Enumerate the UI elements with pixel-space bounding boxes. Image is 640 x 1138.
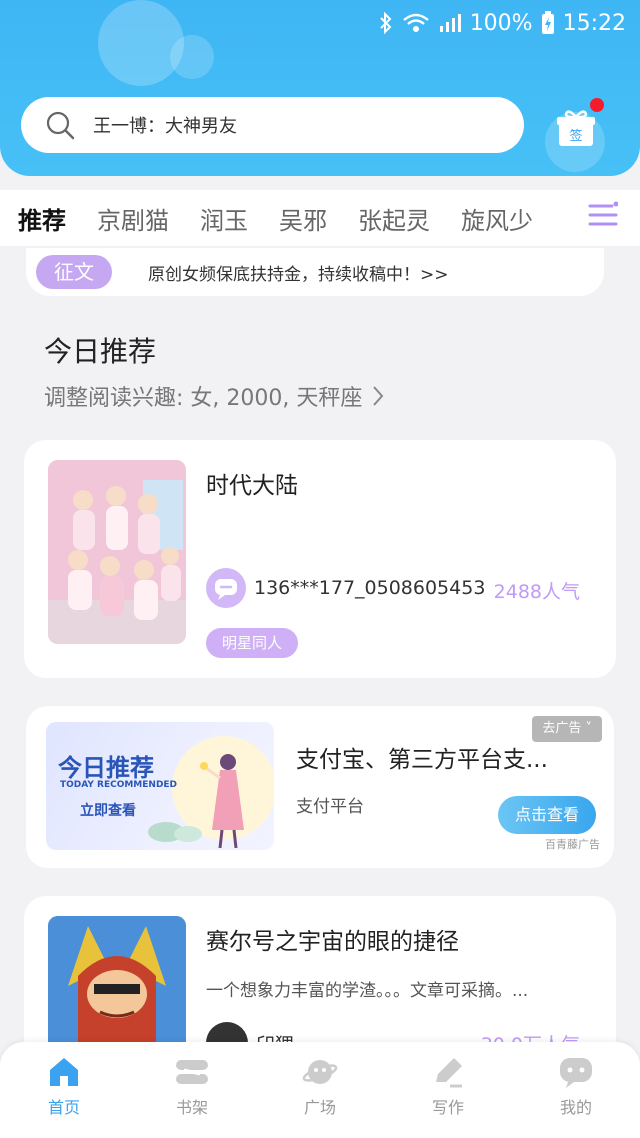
clock: 15:22 <box>562 10 626 36</box>
nav-write[interactable]: 写作 <box>384 1042 512 1138</box>
reading-interest-link[interactable]: 调整阅读兴趣: 女, 2000, 天秤座 <box>44 380 384 412</box>
decor-bubble <box>170 35 214 79</box>
status-bar: 100% 15:22 <box>378 6 626 40</box>
contest-text: 原创女频保底扶持金，持续收稿中！>> <box>148 264 449 285</box>
book-title: 时代大陆 <box>206 473 298 499</box>
nav-home-label: 首页 <box>47 1098 80 1117</box>
remove-ad-button[interactable]: 去广告 ˅ <box>532 716 602 742</box>
tab-runyu[interactable]: 润玉 <box>200 201 248 236</box>
svg-text:签: 签 <box>569 128 582 144</box>
book-author: 136***177_0508605453 <box>254 577 486 599</box>
book-tag[interactable]: 明星同人 <box>206 628 299 658</box>
book-popularity: 2488人气 <box>493 581 580 603</box>
bluetooth-icon <box>379 12 392 34</box>
ad-card[interactable]: 今日推荐 TODAY RECOMMENDED 立即查看 支付宝、第三方平台支..… <box>26 706 614 868</box>
avatar <box>206 568 246 608</box>
chat-bubble-icon <box>215 579 237 600</box>
decor-bubble <box>98 0 184 86</box>
reading-interest-text: 调整阅读兴趣: 女, 2000, 天秤座 <box>44 386 363 411</box>
notification-dot <box>590 98 604 112</box>
section-title: 今日推荐 <box>44 335 157 368</box>
ad-image-subtitle: TODAY RECOMMENDED <box>60 780 178 790</box>
ad-image-title: 今日推荐 <box>58 754 154 782</box>
profile-icon <box>560 1058 592 1088</box>
search-icon <box>46 111 75 140</box>
tab-wuxie[interactable]: 吴邪 <box>279 201 327 236</box>
book-card[interactable]: 时代大陆 136***177_0508605453 2488人气 明星同人 <box>24 440 616 678</box>
nav-write-label: 写作 <box>431 1098 464 1117</box>
nav-profile-label: 我的 <box>559 1098 592 1117</box>
nav-profile[interactable]: 我的 <box>512 1042 640 1138</box>
search-bar[interactable]: 王一博：大神男友 <box>21 97 524 153</box>
tab-jingjumao[interactable]: 京剧猫 <box>97 201 169 236</box>
top-header: 100% 15:22 王一博：大神男友 签 <box>0 0 640 176</box>
search-placeholder: 王一博：大神男友 <box>93 116 237 137</box>
book-cover <box>48 460 186 644</box>
bookshelf-icon <box>176 1060 208 1084</box>
tab-recommend[interactable]: 推荐 <box>18 201 66 236</box>
contest-banner[interactable]: 征文 原创女频保底扶持金，持续收稿中！>> <box>26 248 604 296</box>
planet-icon <box>302 1060 338 1084</box>
pen-icon <box>436 1058 462 1088</box>
ad-image: 今日推荐 TODAY RECOMMENDED 立即查看 <box>46 722 274 850</box>
tab-xuanfeng[interactable]: 旋风少 <box>461 201 533 236</box>
bottom-nav: 首页 书架 广场 写作 我的 <box>0 1042 640 1138</box>
wifi-icon <box>402 13 429 32</box>
signal-icon <box>439 14 461 32</box>
nav-bookshelf-label: 书架 <box>175 1098 208 1117</box>
nav-plaza[interactable]: 广场 <box>256 1042 384 1138</box>
menu-icon[interactable] <box>588 200 618 230</box>
sign-in-gift-button[interactable]: 签 <box>556 98 604 148</box>
chevron-right-icon <box>373 386 384 406</box>
battery-percent: 100% <box>469 10 533 36</box>
ad-image-cta: 立即查看 <box>80 803 136 819</box>
ad-title: 支付宝、第三方平台支... <box>296 747 548 773</box>
home-icon <box>50 1058 78 1086</box>
nav-bookshelf[interactable]: 书架 <box>128 1042 256 1138</box>
book-title: 赛尔号之宇宙的眼的捷径 <box>206 929 459 955</box>
gift-icon: 签 <box>557 110 595 146</box>
ad-view-button[interactable]: 点击查看 <box>498 796 596 834</box>
category-tabs: 推荐 京剧猫 润玉 吴邪 张起灵 旋风少 <box>0 190 640 246</box>
battery-icon <box>541 11 554 34</box>
tab-zhangqiling[interactable]: 张起灵 <box>358 201 430 236</box>
ad-desc: 支付平台 <box>296 797 364 817</box>
contest-pill: 征文 <box>36 255 112 289</box>
book-description: 一个想象力丰富的学渣。。。文章可采摘。... <box>206 981 529 1001</box>
ad-source: 百青藤广告 <box>545 838 600 851</box>
plant-decor <box>148 822 202 842</box>
nav-home[interactable]: 首页 <box>0 1042 128 1138</box>
nav-plaza-label: 广场 <box>303 1098 336 1117</box>
